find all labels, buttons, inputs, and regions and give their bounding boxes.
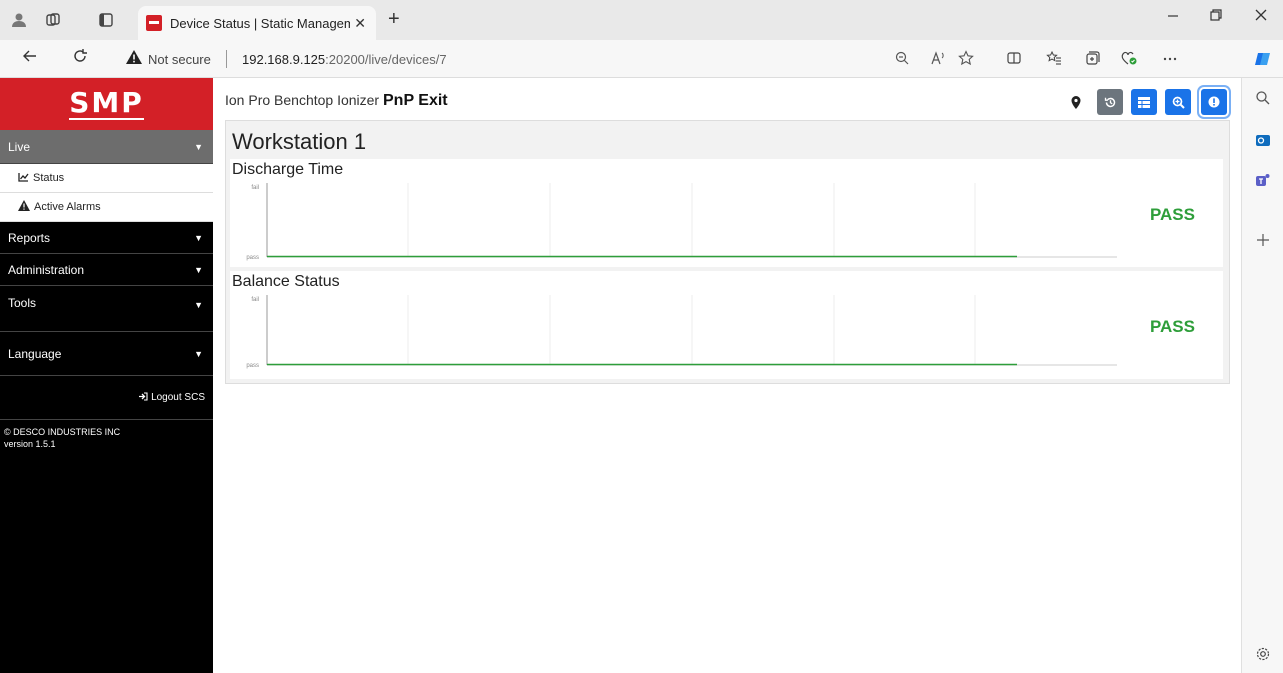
- more-options-icon[interactable]: [1162, 50, 1178, 69]
- copilot-icon[interactable]: [1254, 50, 1272, 71]
- device-header: Ion Pro Benchtop Ionizer PnP Exit: [225, 92, 448, 110]
- url-field[interactable]: 192.168.9.125:20200/live/devices/7: [242, 52, 447, 67]
- sidebar-item-reports[interactable]: Reports ▼: [0, 222, 213, 254]
- back-icon[interactable]: [22, 48, 38, 69]
- url-separator: [226, 50, 227, 68]
- history-button[interactable]: [1097, 89, 1123, 115]
- read-aloud-icon[interactable]: [930, 50, 946, 69]
- balance-status-chart: fail pass: [246, 295, 1117, 369]
- sidebar-menu: Live ▼ Status Active Alarms Reports ▼ Ad…: [0, 130, 213, 456]
- logout-label: Logout SCS: [151, 392, 205, 403]
- workstation-card: Workstation 1 Discharge Time fail pass P…: [225, 120, 1230, 384]
- browser-tab-bar: Device Status | Static Managemen ✕ +: [0, 0, 1283, 40]
- restore-icon[interactable]: [1209, 8, 1223, 27]
- version-text: version 1.5.1: [4, 439, 56, 449]
- workstation-title: Workstation 1: [232, 129, 367, 154]
- table-icon: [1138, 96, 1150, 108]
- tab-actions-icon[interactable]: [95, 9, 117, 31]
- map-marker-icon: [1071, 95, 1081, 109]
- balance-status-panel: Balance Status fail pass PASS: [230, 271, 1223, 379]
- footer-info: © DESCO INDUSTRIES INC version 1.5.1: [0, 420, 213, 456]
- sidebar-item-administration[interactable]: Administration ▼: [0, 254, 213, 286]
- sidebar-item-label: Live: [8, 139, 31, 154]
- close-window-icon[interactable]: [1254, 8, 1268, 27]
- panel-title: Discharge Time: [232, 161, 344, 178]
- zoom-search-button[interactable]: [1165, 89, 1191, 115]
- device-name: Ion Pro Benchtop Ionizer: [225, 92, 380, 108]
- split-screen-icon[interactable]: [1006, 50, 1022, 69]
- device-label: PnP Exit: [383, 92, 448, 109]
- refresh-icon[interactable]: [72, 48, 88, 69]
- caret-down-icon: ▼: [194, 300, 203, 310]
- favorite-star-icon[interactable]: [958, 50, 974, 69]
- teams-icon[interactable]: [1253, 170, 1273, 190]
- tab-device-status[interactable]: Device Status | Static Managemen ✕: [138, 6, 376, 40]
- zoom-icon[interactable]: [894, 50, 910, 69]
- app-sidebar: SMP Live ▼ Status Active Alarms Reports …: [0, 78, 213, 673]
- pass-status: PASS: [1149, 205, 1195, 224]
- pass-status: PASS: [1149, 317, 1195, 336]
- sidebar-subitem-label: Status: [33, 172, 65, 184]
- sidebar-item-tools[interactable]: Tools ▼: [0, 286, 213, 332]
- collections-icon[interactable]: [1084, 50, 1100, 69]
- caret-down-icon: ▼: [194, 232, 203, 243]
- sidebar-subitem-label: Active Alarms: [34, 201, 101, 213]
- y-axis-pass-label: pass: [246, 255, 259, 261]
- caret-down-icon: ▼: [194, 264, 203, 275]
- sidebar-subitem-status[interactable]: Status: [0, 164, 213, 193]
- sign-out-icon: [138, 391, 148, 404]
- discharge-time-panel: Discharge Time fail pass PASS: [230, 159, 1223, 267]
- tab-title: Device Status | Static Managemen: [170, 15, 350, 31]
- y-axis-fail-label: fail: [251, 297, 259, 303]
- sidebar-item-label: Reports: [8, 230, 51, 245]
- new-tab-button[interactable]: +: [388, 8, 400, 31]
- url-host: 192.168.9.125: [242, 52, 326, 67]
- main-content: Ion Pro Benchtop Ionizer PnP Exit Workst…: [213, 78, 1241, 673]
- logout-link[interactable]: Logout SCS: [0, 376, 213, 420]
- address-bar: Not secure 192.168.9.125:20200/live/devi…: [0, 40, 1283, 78]
- search-plus-icon: [1172, 96, 1185, 109]
- smp-favicon-icon: [146, 15, 162, 31]
- logo-text: SMP: [69, 86, 144, 120]
- warning-triangle-icon: [18, 200, 30, 214]
- table-view-button[interactable]: [1131, 89, 1157, 115]
- smp-logo[interactable]: SMP: [0, 78, 213, 130]
- minimize-icon[interactable]: [1166, 8, 1180, 27]
- panel-title: Balance Status: [232, 273, 340, 290]
- discharge-time-chart: fail pass: [246, 183, 1117, 261]
- info-circle-icon: [1208, 96, 1220, 108]
- add-icon[interactable]: [1253, 230, 1273, 250]
- workspaces-icon[interactable]: [42, 9, 64, 31]
- url-path: :20200/live/devices/7: [325, 52, 447, 67]
- settings-gear-icon[interactable]: [1253, 644, 1273, 664]
- not-secure-label[interactable]: Not secure: [148, 52, 211, 67]
- y-axis-fail-label: fail: [251, 185, 259, 191]
- outlook-icon[interactable]: [1253, 130, 1273, 150]
- caret-down-icon: ▼: [194, 141, 203, 152]
- browser-essentials-icon[interactable]: [1120, 50, 1138, 69]
- sidebar-subitem-active-alarms[interactable]: Active Alarms: [0, 193, 213, 222]
- sidebar-item-label: Language: [8, 346, 62, 361]
- favorites-icon[interactable]: [1046, 50, 1062, 69]
- line-chart-icon: [18, 172, 29, 185]
- sidebar-item-live[interactable]: Live ▼: [0, 130, 213, 164]
- caret-down-icon: ▼: [194, 348, 203, 359]
- warning-icon[interactable]: [126, 50, 142, 67]
- sidebar-item-language[interactable]: Language ▼: [0, 332, 213, 376]
- search-icon[interactable]: [1253, 88, 1273, 108]
- browser-side-panel: [1241, 78, 1283, 673]
- history-icon: [1104, 97, 1115, 107]
- location-pin-button[interactable]: [1063, 89, 1089, 115]
- info-button[interactable]: [1201, 89, 1227, 115]
- close-tab-icon[interactable]: ✕: [354, 15, 366, 32]
- profile-icon[interactable]: [8, 9, 30, 31]
- sidebar-item-label: Administration: [8, 262, 85, 277]
- sidebar-item-label: Tools: [8, 296, 37, 310]
- copyright-text: © DESCO INDUSTRIES INC: [4, 427, 121, 437]
- y-axis-pass-label: pass: [246, 363, 259, 369]
